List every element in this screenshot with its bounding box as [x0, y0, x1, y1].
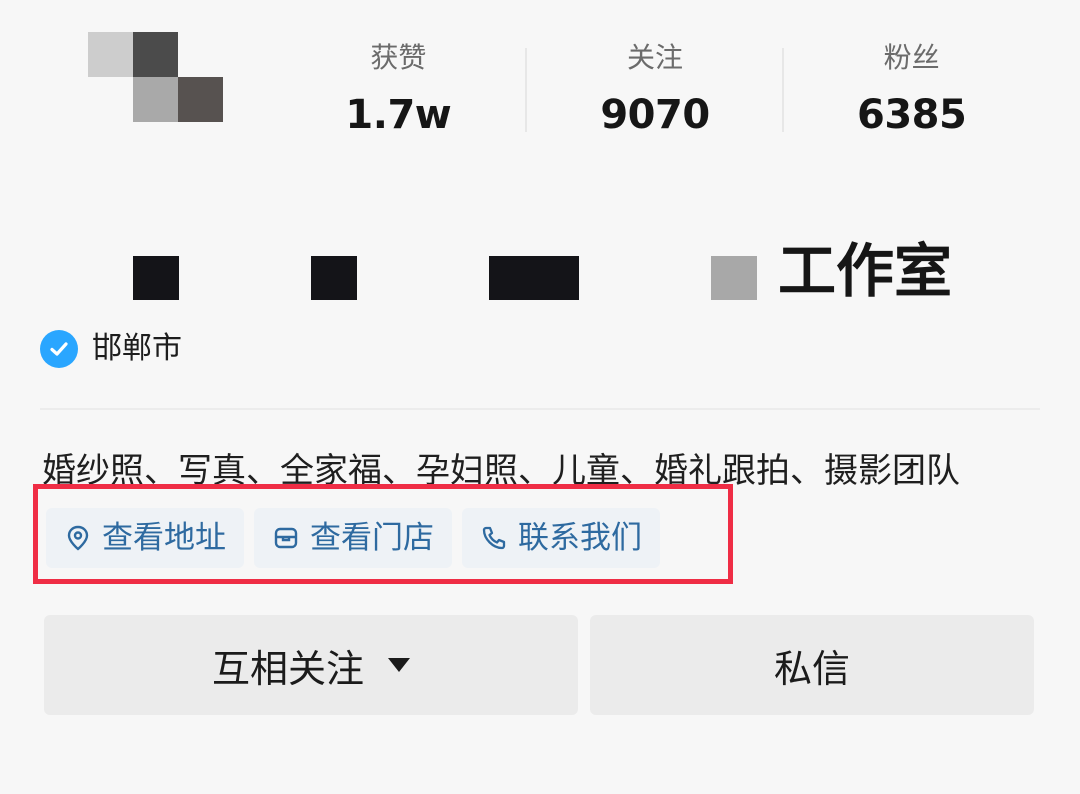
stat-value: 9070: [600, 92, 710, 138]
stat-followers[interactable]: 粉丝 6385: [783, 38, 1040, 138]
verified-location: 邯郸市: [40, 330, 182, 368]
avatar-pixel: [88, 32, 133, 77]
redaction-block: [489, 256, 579, 300]
stat-likes[interactable]: 获赞 1.7w: [270, 38, 527, 138]
redaction-block: [711, 256, 757, 300]
caret-down-icon: [388, 658, 410, 672]
profile-stats: 获赞 1.7w 关注 9070 粉丝 6385: [270, 38, 1040, 138]
stat-following[interactable]: 关注 9070: [527, 38, 784, 138]
check-badge-icon: [40, 330, 78, 368]
stat-label: 粉丝: [883, 41, 940, 74]
message-label: 私信: [773, 646, 850, 691]
profile-name-text: 工作室: [778, 237, 953, 305]
redaction-block: [133, 256, 179, 300]
avatar-pixel: [178, 77, 223, 122]
redaction-block: [311, 256, 357, 300]
highlight-box: [33, 484, 733, 584]
divider: [40, 408, 1040, 410]
stat-label: 关注: [627, 41, 684, 74]
stat-label: 获赞: [370, 41, 427, 74]
avatar-pixel: [133, 77, 178, 122]
stat-value: 6385: [857, 92, 967, 138]
avatar-pixel: [133, 32, 178, 77]
direct-message-button[interactable]: 私信: [590, 615, 1034, 715]
mutual-follow-button[interactable]: 互相关注: [44, 615, 578, 715]
stat-divider: [782, 48, 784, 132]
follow-label: 互相关注: [211, 646, 364, 691]
stat-divider: [525, 48, 527, 132]
city-label: 邯郸市: [92, 331, 182, 366]
stat-value: 1.7w: [345, 92, 452, 138]
avatar[interactable]: [88, 32, 224, 122]
